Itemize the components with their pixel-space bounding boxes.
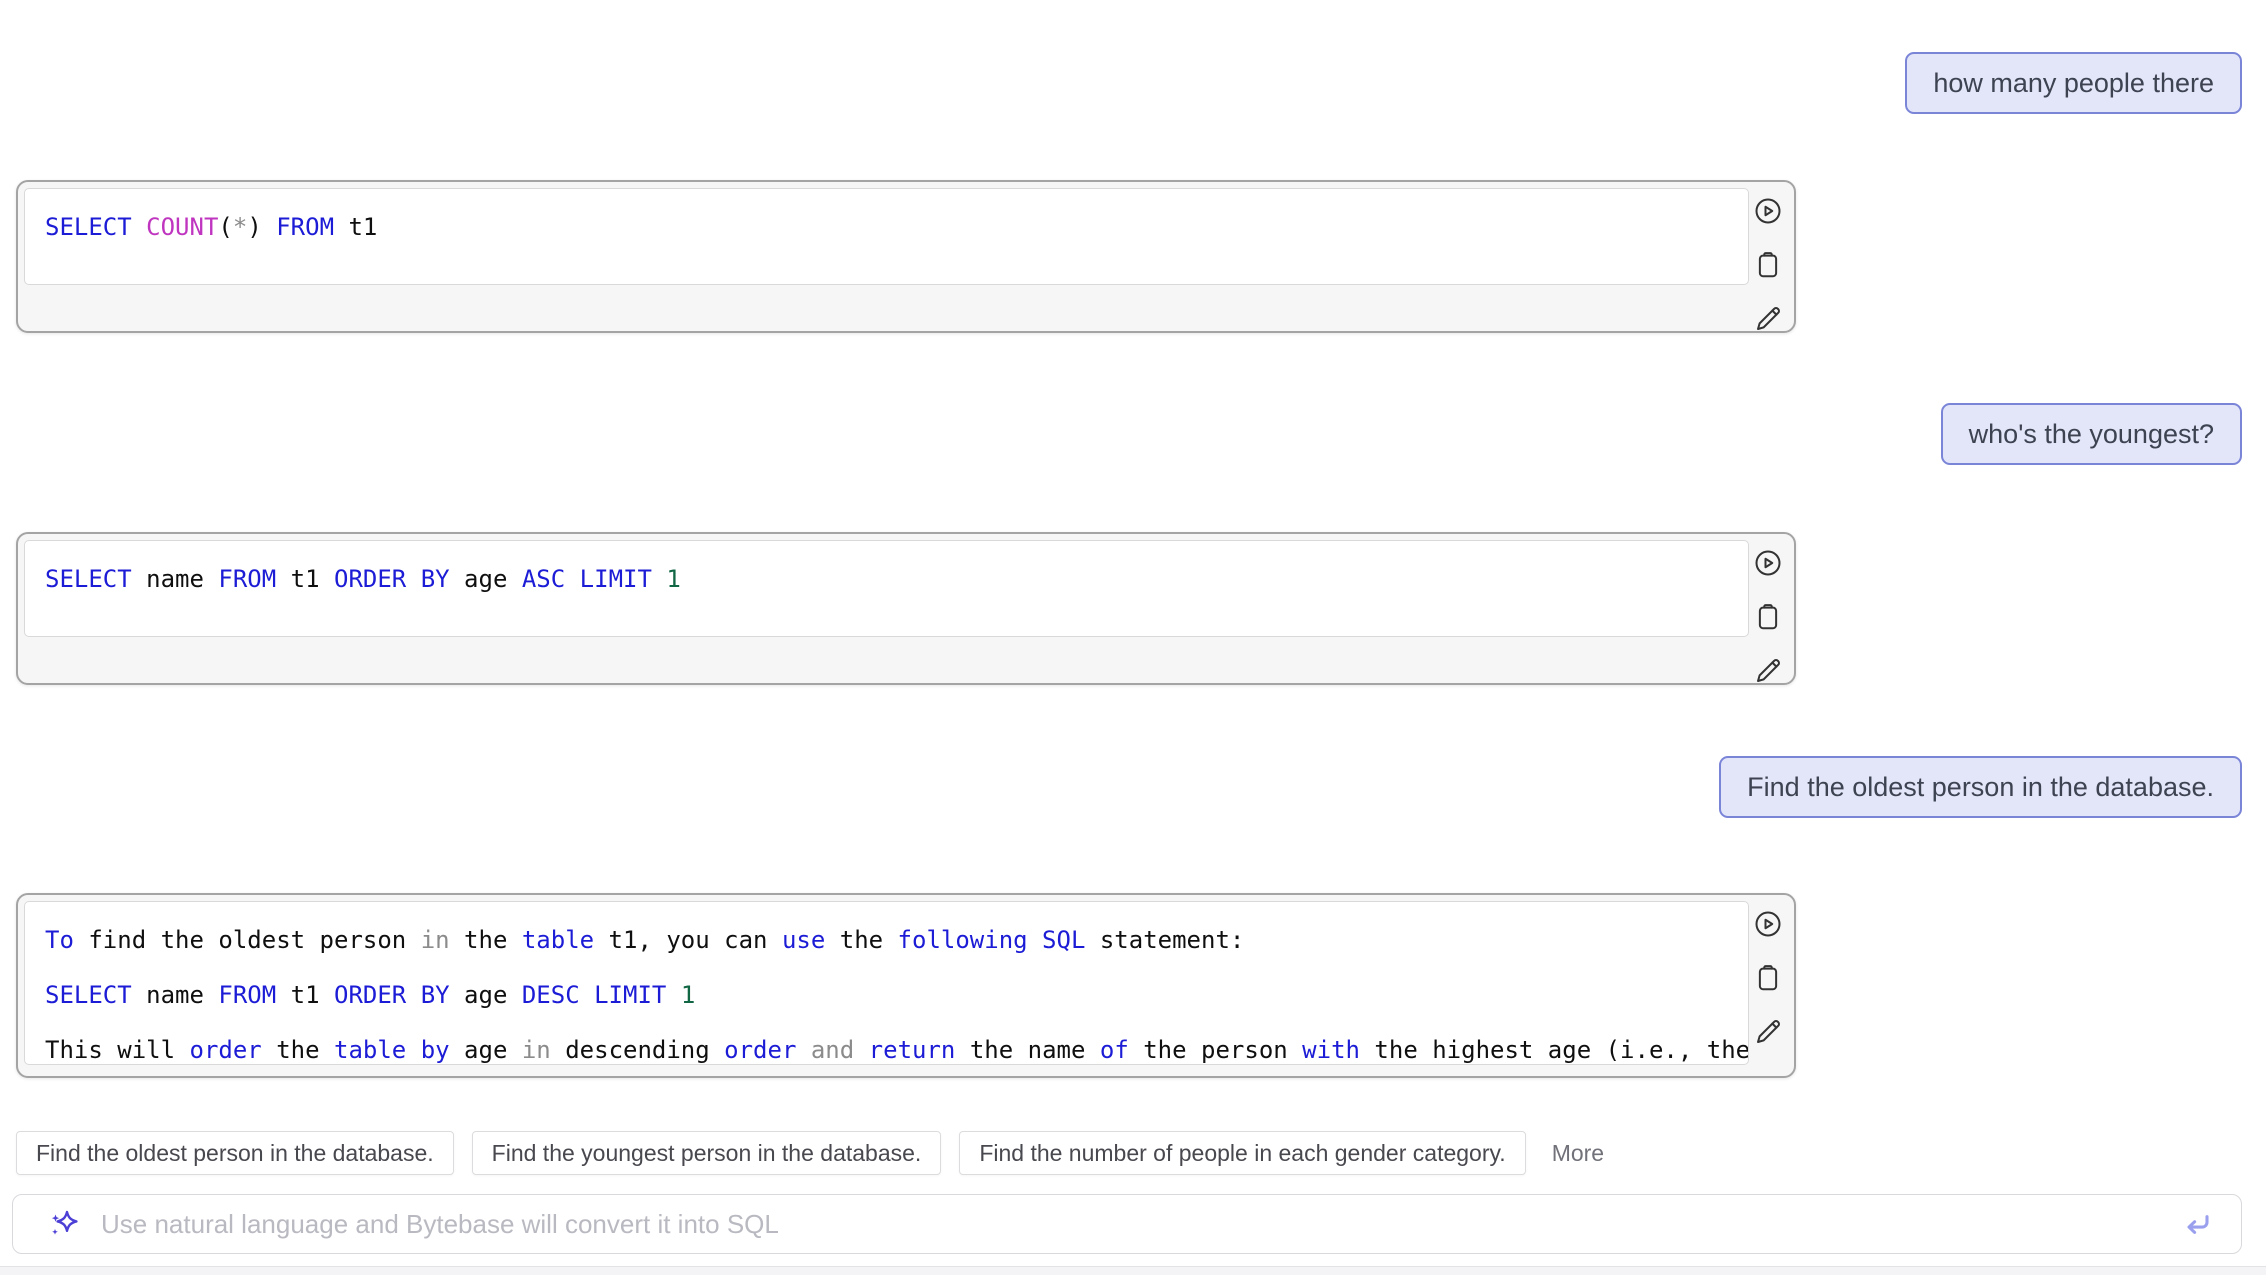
return-icon[interactable] (2181, 1208, 2213, 1240)
user-message-bubble: how many people there (1905, 52, 2242, 114)
clipboard-icon (1751, 963, 1785, 993)
sql-card-actions (1751, 907, 1785, 1049)
sql-code-line: To find the oldest person in the table t… (45, 912, 1728, 967)
run-query-button[interactable] (1751, 546, 1785, 580)
play-circle-icon (1751, 196, 1785, 226)
nl2sql-composer (12, 1194, 2242, 1254)
play-circle-icon (1751, 909, 1785, 939)
user-message-bubble: who's the youngest? (1941, 403, 2242, 465)
edit-sql-button[interactable] (1751, 1015, 1785, 1049)
sql-card-actions (1751, 546, 1785, 688)
copy-sql-button[interactable] (1751, 600, 1785, 634)
assistant-sql-card: To find the oldest person in the table t… (16, 893, 1796, 1078)
run-query-button[interactable] (1751, 907, 1785, 941)
sql-code-line: SELECT name FROM t1 ORDER BY age DESC LI… (45, 967, 1728, 1022)
sql-card-actions (1751, 194, 1785, 336)
user-message-text: Find the oldest person in the database. (1747, 772, 2214, 803)
copy-sql-button[interactable] (1751, 961, 1785, 995)
assistant-sql-card: SELECT name FROM t1 ORDER BY age ASC LIM… (16, 532, 1796, 685)
user-message-text: who's the youngest? (1969, 419, 2214, 450)
clipboard-icon (1751, 602, 1785, 632)
sparkle-icon (47, 1206, 83, 1242)
sql-editor[interactable]: SELECT name FROM t1 ORDER BY age ASC LIM… (24, 540, 1749, 637)
sql-code-line: SELECT name FROM t1 ORDER BY age ASC LIM… (45, 551, 1728, 606)
more-suggestions-link[interactable]: More (1552, 1140, 1604, 1167)
pencil-icon (1751, 1017, 1785, 1047)
pencil-icon (1751, 304, 1785, 334)
play-circle-icon (1751, 548, 1785, 578)
user-message-text: how many people there (1933, 68, 2214, 99)
suggestion-row: Find the oldest person in the database. … (16, 1131, 1604, 1175)
sql-code-line: SELECT COUNT(*) FROM t1 (45, 199, 1728, 254)
run-query-button[interactable] (1751, 194, 1785, 228)
edit-sql-button[interactable] (1751, 302, 1785, 336)
assistant-sql-card: SELECT COUNT(*) FROM t1 (16, 180, 1796, 333)
edit-sql-button[interactable] (1751, 654, 1785, 688)
suggestion-chip[interactable]: Find the oldest person in the database. (16, 1131, 454, 1175)
suggestion-chip[interactable]: Find the youngest person in the database… (472, 1131, 942, 1175)
suggestion-chip[interactable]: Find the number of people in each gender… (959, 1131, 1525, 1175)
clipboard-icon (1751, 250, 1785, 280)
user-message-bubble: Find the oldest person in the database. (1719, 756, 2242, 818)
sql-code-line: This will order the table by age in desc… (45, 1022, 1728, 1065)
nl2sql-input[interactable] (99, 1208, 2181, 1241)
sql-editor[interactable]: SELECT COUNT(*) FROM t1 (24, 188, 1749, 285)
sql-editor[interactable]: To find the oldest person in the table t… (24, 901, 1749, 1065)
pencil-icon (1751, 656, 1785, 686)
copy-sql-button[interactable] (1751, 248, 1785, 282)
